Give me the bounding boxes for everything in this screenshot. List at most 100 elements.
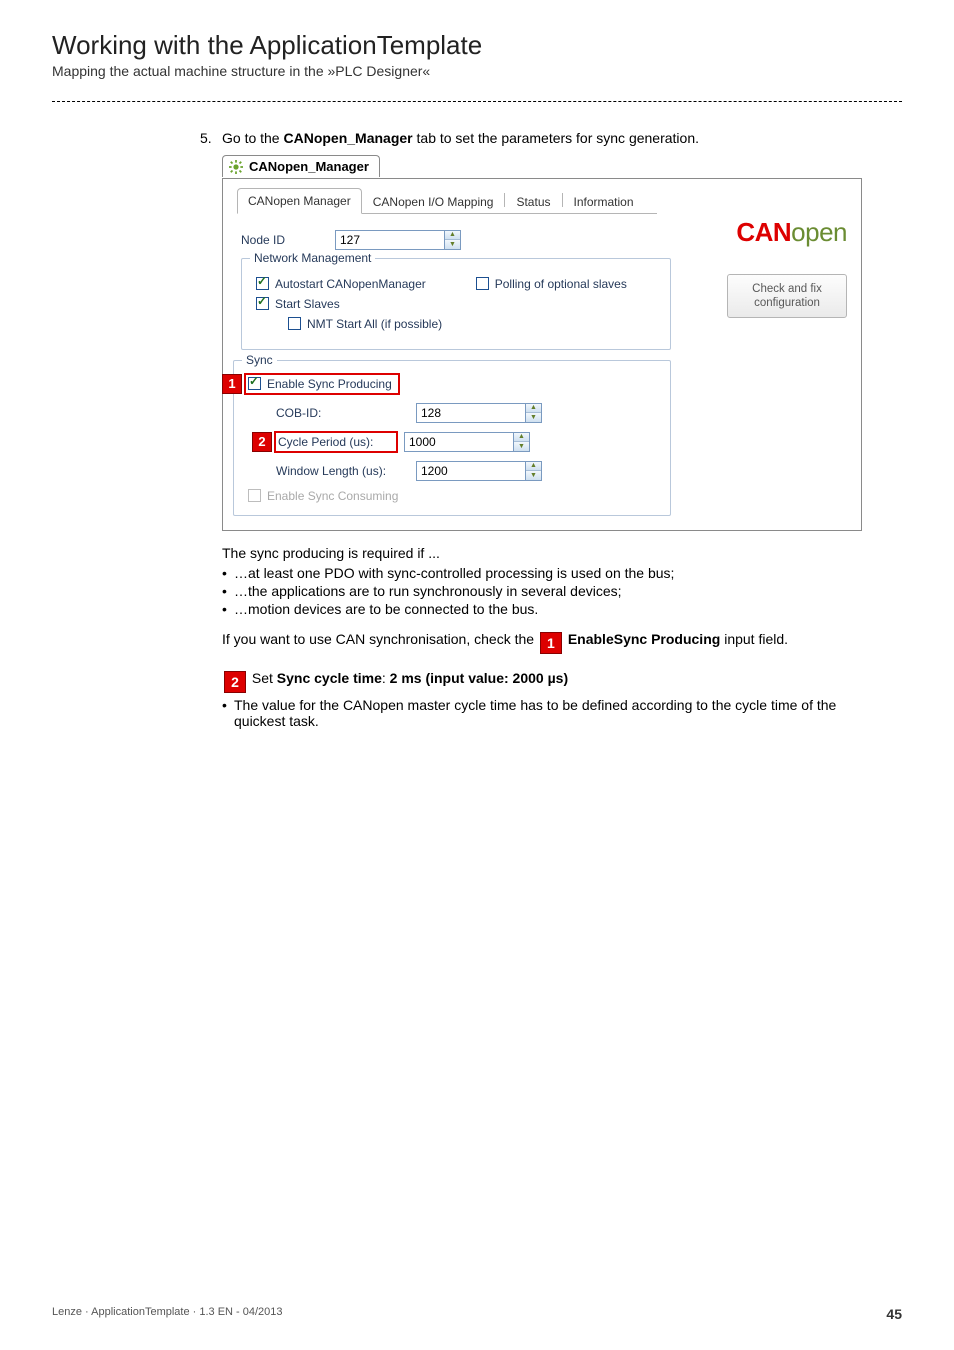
cobid-input[interactable] [416, 403, 526, 423]
bullet-list: …at least one PDO with sync-controlled p… [222, 565, 882, 617]
sync-fieldset: Sync 1 Enable Sync Producing COB-ID: ▲ [233, 360, 671, 516]
sync-legend: Sync [242, 353, 277, 367]
window-length-input[interactable] [416, 461, 526, 481]
spin-up-icon[interactable]: ▲ [514, 433, 529, 443]
enable-sync-consuming-checkbox [248, 489, 261, 502]
line2-post: input field. [720, 631, 788, 647]
intro-line: The sync producing is required if ... [222, 545, 882, 561]
nodeid-spinner[interactable]: ▲ ▼ [335, 230, 461, 250]
bullet-2: …the applications are to run synchronous… [234, 583, 882, 599]
step-text-pre: Go to the [222, 130, 283, 146]
line3-b2: 2 ms (input value: 2000 µs) [390, 670, 568, 686]
cycle-period-input[interactable] [404, 432, 514, 452]
step-text-post: tab to set the parameters for sync gener… [413, 130, 699, 146]
check-fix-button[interactable]: Check and fix configuration [727, 274, 847, 318]
nodeid-row: Node ID ▲ ▼ [241, 230, 671, 250]
canopen-panel-wrap: CANopen_Manager CANopen Manager CANopen … [222, 154, 862, 531]
spin-down-icon[interactable]: ▼ [526, 413, 541, 422]
spinner-buttons[interactable]: ▲ ▼ [526, 461, 542, 481]
enable-sync-checkbox[interactable] [248, 377, 261, 390]
logo-bold: CAN [736, 217, 791, 247]
canopen-logo: CANopen [687, 217, 847, 248]
nmt-row[interactable]: NMT Start All (if possible) [288, 317, 656, 331]
cobid-label: COB-ID: [276, 406, 416, 420]
spinner-buttons[interactable]: ▲ ▼ [526, 403, 542, 423]
nmt-checkbox[interactable] [288, 317, 301, 330]
line2-bold: EnableSync Producing [568, 631, 720, 647]
spinner-buttons[interactable]: ▲ ▼ [514, 432, 530, 452]
inner-tab-status[interactable]: Status [505, 189, 561, 214]
spin-down-icon[interactable]: ▼ [514, 442, 529, 451]
autostart-checkbox[interactable] [256, 277, 269, 290]
window-length-row: Window Length (us): ▲ ▼ [276, 461, 656, 481]
canopen-panel: CANopen Manager CANopen I/O Mapping Stat… [222, 178, 862, 531]
autostart-row[interactable]: Autostart CANopenManager [256, 277, 426, 291]
step-number: 5. [200, 130, 222, 146]
spin-up-icon[interactable]: ▲ [526, 462, 541, 472]
footer-left: Lenze · ApplicationTemplate · 1.3 EN - 0… [52, 1306, 283, 1322]
checkfix-line2: configuration [754, 297, 820, 309]
inline-marker-1: 1 [540, 632, 562, 654]
line2-pre: If you want to use CAN synchronisation, … [222, 631, 538, 647]
enable-sync-label: Enable Sync Producing [267, 377, 392, 391]
network-management-legend: Network Management [250, 251, 375, 265]
cycle-period-label: Cycle Period (us): [278, 435, 390, 449]
startslaves-row[interactable]: Start Slaves [256, 297, 656, 311]
logo-light: open [791, 217, 847, 247]
checkfix-line1: Check and fix [752, 283, 822, 295]
nodeid-label: Node ID [241, 233, 335, 247]
page-title: Working with the ApplicationTemplate [52, 30, 902, 61]
cycle-period-highlight[interactable]: Cycle Period (us): [274, 431, 398, 453]
polling-label: Polling of optional slaves [495, 277, 627, 291]
window-length-spinner[interactable]: ▲ ▼ [416, 461, 542, 481]
startslaves-checkbox[interactable] [256, 297, 269, 310]
page-footer: Lenze · ApplicationTemplate · 1.3 EN - 0… [52, 1306, 902, 1322]
network-management-fieldset: Network Management Autostart CANopenMana… [241, 258, 671, 350]
cycle-period-spinner[interactable]: ▲ ▼ [404, 432, 530, 452]
cobid-spinner[interactable]: ▲ ▼ [416, 403, 542, 423]
page-subtitle: Mapping the actual machine structure in … [52, 63, 902, 79]
enable-sync-highlight[interactable]: Enable Sync Producing [244, 373, 400, 395]
right-column: CANopen Check and fix configuration [687, 217, 847, 318]
polling-row[interactable]: Polling of optional slaves [476, 277, 627, 291]
line3-mid: : [382, 670, 390, 686]
inner-tab-information[interactable]: Information [563, 189, 645, 214]
gear-icon [229, 160, 243, 174]
marker-1: 1 [222, 374, 242, 394]
spin-down-icon[interactable]: ▼ [526, 471, 541, 480]
polling-checkbox[interactable] [476, 277, 489, 290]
line3-b1: Sync cycle time [277, 670, 382, 686]
spinner-buttons[interactable]: ▲ ▼ [445, 230, 461, 250]
inner-tab-io-mapping[interactable]: CANopen I/O Mapping [362, 189, 505, 214]
tab-notch-label: CANopen_Manager [249, 159, 369, 174]
spin-down-icon[interactable]: ▼ [445, 240, 460, 249]
inline-marker-2: 2 [224, 671, 246, 693]
step-text: Go to the CANopen_Manager tab to set the… [222, 130, 902, 146]
enable-sync-consuming-label: Enable Sync Consuming [267, 489, 398, 503]
nmt-label: NMT Start All (if possible) [307, 317, 442, 331]
autostart-label: Autostart CANopenManager [275, 277, 426, 291]
spin-up-icon[interactable]: ▲ [445, 231, 460, 241]
tab-canopen-manager[interactable]: CANopen_Manager [222, 155, 380, 177]
startslaves-label: Start Slaves [275, 297, 340, 311]
form-area: Node ID ▲ ▼ Network Management Autostart… [241, 230, 671, 516]
step-line: 5. Go to the CANopen_Manager tab to set … [200, 130, 902, 146]
line3-pre: Set [252, 670, 277, 686]
cobid-row: COB-ID: ▲ ▼ [276, 403, 656, 423]
line-enable-sync: If you want to use CAN synchronisation, … [222, 631, 882, 654]
nodeid-input[interactable] [335, 230, 445, 250]
cycle-period-row: 2 Cycle Period (us): ▲ ▼ [252, 431, 656, 453]
enable-sync-consuming-row: Enable Sync Consuming [248, 489, 656, 503]
spin-up-icon[interactable]: ▲ [526, 404, 541, 414]
footer-pagenum: 45 [886, 1306, 902, 1322]
explanation-text: The sync producing is required if ... …a… [222, 545, 882, 729]
marker-2: 2 [252, 432, 272, 452]
inner-tab-manager[interactable]: CANopen Manager [237, 188, 362, 214]
inner-tab-bar: CANopen Manager CANopen I/O Mapping Stat… [237, 187, 657, 214]
sub-bullet-list: The value for the CANopen master cycle t… [222, 697, 882, 729]
sub-bullet-1: The value for the CANopen master cycle t… [234, 697, 882, 729]
window-length-label: Window Length (us): [276, 464, 416, 478]
bullet-1: …at least one PDO with sync-controlled p… [234, 565, 882, 581]
step-text-bold: CANopen_Manager [283, 130, 412, 146]
divider [52, 101, 902, 102]
